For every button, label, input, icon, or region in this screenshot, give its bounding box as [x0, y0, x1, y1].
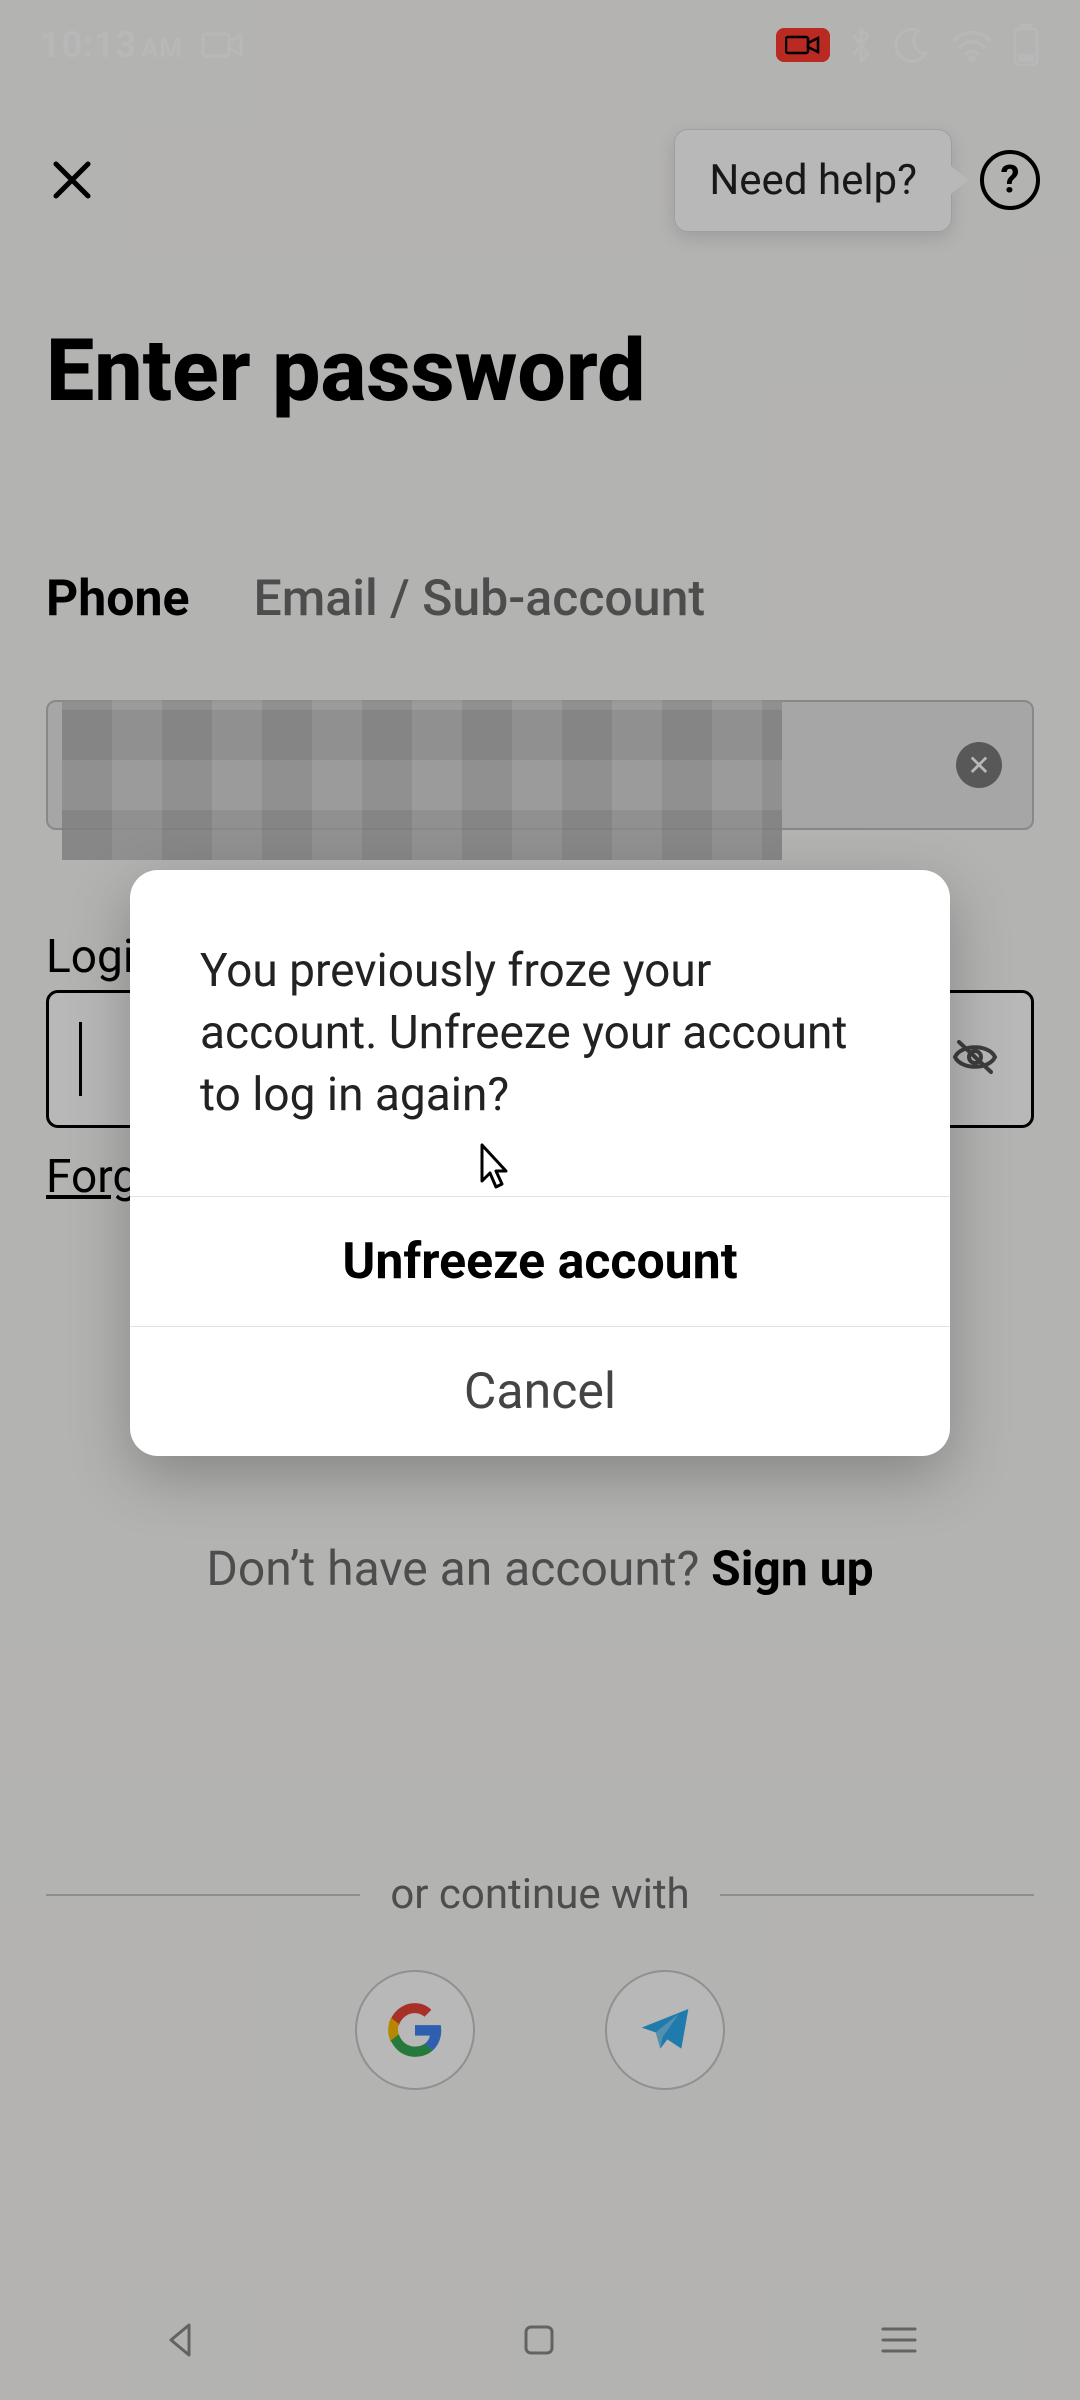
unfreeze-account-button[interactable]: Unfreeze account — [130, 1196, 950, 1326]
unfreeze-account-modal: You previously froze your account. Unfre… — [130, 870, 950, 1456]
screen: 10:13AM Need help? ? Enter password Phon… — [0, 0, 1080, 2400]
modal-message: You previously froze your account. Unfre… — [130, 870, 950, 1196]
cancel-button[interactable]: Cancel — [130, 1326, 950, 1456]
